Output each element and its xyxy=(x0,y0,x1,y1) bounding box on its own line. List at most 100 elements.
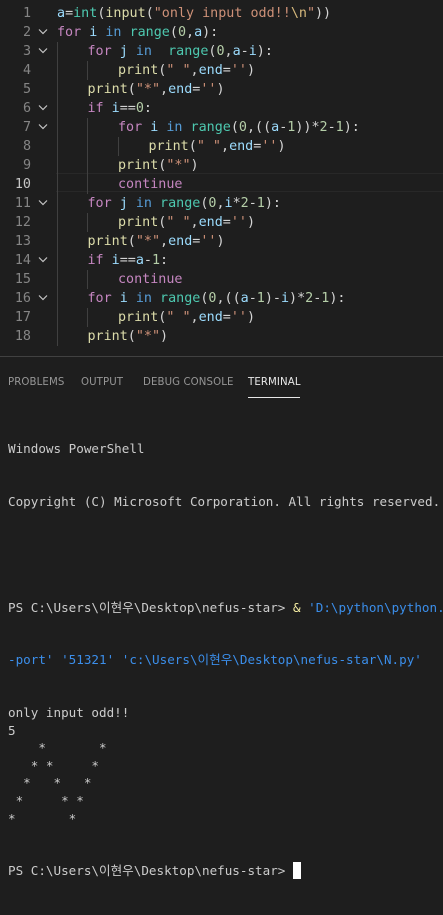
code-line[interactable]: 4 print(" ",end='') xyxy=(0,61,443,80)
code-token: ) xyxy=(190,158,199,173)
code-line[interactable]: 18 print("*") xyxy=(0,327,443,346)
code-token: ) xyxy=(246,310,256,325)
code-token: in xyxy=(105,25,122,40)
code-token: in xyxy=(135,291,152,306)
line-number: 1 xyxy=(22,6,31,21)
code-line[interactable]: 15 continue xyxy=(0,270,443,289)
code-token: 0 xyxy=(238,120,247,135)
code-token: print xyxy=(148,139,189,154)
indent-guide xyxy=(87,156,89,175)
code-token: input xyxy=(105,6,146,21)
code-line[interactable]: 16 for i in range(0,((a-1)-i)*2-1): xyxy=(0,289,443,308)
tab-output[interactable]: OUTPUT xyxy=(81,377,123,388)
line-number: 3 xyxy=(22,44,31,59)
code-token: range xyxy=(160,291,201,306)
indent-guide xyxy=(87,61,89,80)
fold-chevron-icon[interactable] xyxy=(37,42,49,61)
program-output: only input odd!! 5 * * * * * * * * * * * *… xyxy=(8,704,443,827)
code-line[interactable]: 2 for i in range(0,a): xyxy=(0,23,443,42)
code-token: a xyxy=(271,120,280,135)
line-number: 18 xyxy=(14,329,31,344)
code-token: i xyxy=(248,44,257,59)
code-token: == xyxy=(119,101,136,116)
fold-chevron-icon[interactable] xyxy=(37,251,49,270)
code-text: for j in range(0,a-i): xyxy=(87,42,272,61)
indent-guide xyxy=(87,137,89,156)
code-line[interactable]: 10 continue xyxy=(0,175,443,194)
panel-tab-bar: PROBLEMS OUTPUT DEBUG CONSOLE TERMINAL xyxy=(0,357,443,398)
indent-guide xyxy=(57,213,58,232)
fold-chevron-icon[interactable] xyxy=(37,118,49,137)
code-token: == xyxy=(119,253,136,268)
code-token: , xyxy=(224,44,233,59)
fold-chevron-icon[interactable] xyxy=(37,289,49,308)
code-line[interactable]: 3 for j in range(0,a-i): xyxy=(0,42,443,61)
code-token: a xyxy=(232,44,241,59)
terminal-header-line: Windows PowerShell xyxy=(8,441,145,457)
bottom-panel: PROBLEMS OUTPUT DEBUG CONSOLE TERMINAL W… xyxy=(0,356,443,880)
code-text: print(" ",end='') xyxy=(148,137,285,156)
terminal-output[interactable]: Windows PowerShell Copyright (C) Microso… xyxy=(8,405,443,915)
code-text: print(" ",end='') xyxy=(118,308,255,327)
code-line[interactable]: 1 a=int(input("only input odd!!\n")) xyxy=(0,4,443,23)
code-token: for xyxy=(87,291,112,306)
fold-chevron-icon[interactable] xyxy=(37,99,49,118)
code-token: 0 xyxy=(216,44,225,59)
fold-chevron-icon[interactable] xyxy=(37,23,49,42)
code-token: 0 xyxy=(177,25,186,40)
code-line[interactable]: 7 for i in range(0,((a-1))*2-1): xyxy=(0,118,443,137)
indent-guide xyxy=(57,42,58,61)
code-token: ): xyxy=(343,120,360,135)
code-token: ): xyxy=(256,44,273,59)
tab-debug-console[interactable]: DEBUG CONSOLE xyxy=(143,377,234,388)
code-token: a xyxy=(57,6,66,21)
code-token: ) xyxy=(216,82,225,97)
code-token: = xyxy=(222,310,231,325)
code-line[interactable]: 13 print("*",end='') xyxy=(0,232,443,251)
code-token: in xyxy=(166,120,183,135)
code-text: for i in range(0,((a-1))*2-1): xyxy=(118,118,360,137)
terminal-copyright-line: Copyright (C) Microsoft Corporation. All… xyxy=(8,493,441,509)
line-number: 10 xyxy=(14,177,31,192)
code-token: "*" xyxy=(135,234,161,249)
code-editor[interactable]: 1 a=int(input("only input odd!!\n")) 2 for … xyxy=(0,0,443,356)
code-token: = xyxy=(222,63,231,78)
code-token: " " xyxy=(166,63,191,78)
code-token: print xyxy=(87,82,128,97)
terminal-prompt: PS C:\Users\이현우\Desktop\nefus-star> xyxy=(8,599,286,615)
indent-guide xyxy=(57,308,58,327)
code-line[interactable]: 5 print("*",end='') xyxy=(0,80,443,99)
terminal-final-prompt-line[interactable]: PS C:\Users\이현우\Desktop\nefus-star> xyxy=(8,862,443,880)
terminal-cursor xyxy=(292,862,301,880)
code-text: continue xyxy=(118,175,183,194)
code-line[interactable]: 12 print(" ",end='') xyxy=(0,213,443,232)
code-line[interactable]: 14 if i==a-1: xyxy=(0,251,443,270)
code-token: range xyxy=(129,25,170,40)
fold-chevron-icon[interactable] xyxy=(37,194,49,213)
indent-guide xyxy=(57,270,58,289)
code-token: " " xyxy=(166,215,191,230)
indent-guide xyxy=(57,232,58,251)
tab-terminal[interactable]: TERMINAL xyxy=(248,377,301,388)
code-line[interactable]: 17 print(" ",end='') xyxy=(0,308,443,327)
code-line[interactable]: 6 if i==0: xyxy=(0,99,443,118)
code-line[interactable]: 9 print("*") xyxy=(0,156,443,175)
indent-guide xyxy=(57,80,58,99)
code-line[interactable]: 8 print(" ",end='') xyxy=(0,137,443,156)
code-token: continue xyxy=(117,272,183,287)
code-token: ( xyxy=(127,329,136,344)
terminal-command-continuation: -port' '51321' 'c:\Users\이현우\Desktop\nef… xyxy=(8,652,422,668)
code-text: for j in range(0,i*2-1): xyxy=(87,194,281,213)
line-number: 4 xyxy=(22,63,31,78)
code-token: - xyxy=(248,196,257,211)
tab-problems[interactable]: PROBLEMS xyxy=(8,377,64,388)
code-token: '' xyxy=(200,234,217,249)
code-token: '' xyxy=(261,139,278,154)
code-token: = xyxy=(222,215,231,230)
code-token: ,(( xyxy=(246,120,272,135)
code-line[interactable]: 11 for j in range(0,i*2-1): xyxy=(0,194,443,213)
